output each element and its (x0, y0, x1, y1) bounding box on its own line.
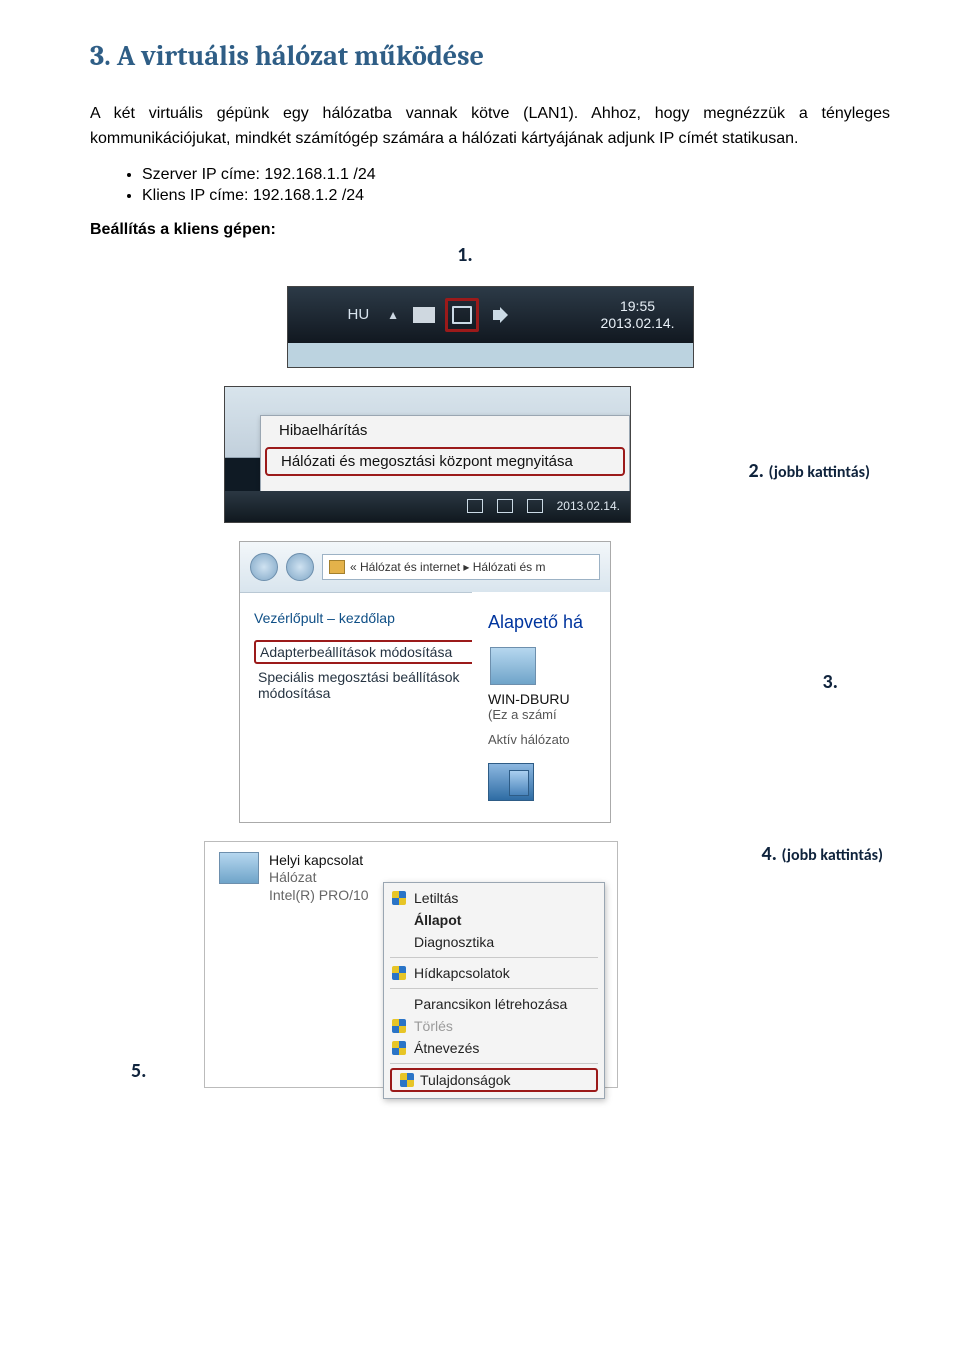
active-networks-label: Aktív hálózato (488, 732, 610, 747)
intro-paragraph: A két virtuális gépünk egy hálózatba van… (90, 102, 890, 152)
menu-separator (390, 988, 598, 989)
menu-separator (390, 957, 598, 958)
client-config-subhead: Beállítás a kliens gépen: (90, 221, 276, 239)
tray-time: 19:55 (601, 298, 675, 315)
nav-forward-button[interactable] (286, 553, 314, 581)
monitor-icon (452, 306, 472, 324)
main-heading: Alapvető há (488, 612, 610, 633)
address-bar[interactable]: « Hálózat és internet ▸ Hálózati és m (322, 554, 600, 580)
nav-back-button[interactable] (250, 553, 278, 581)
breadcrumb: « Hálózat és internet ▸ Hálózati és m (350, 560, 545, 574)
mini-network-icon (497, 499, 513, 513)
tray-date: 2013.02.14. (601, 315, 675, 332)
link-change-adapter-settings[interactable]: Adapterbeállítások módosítása (254, 640, 482, 664)
screenshot-taskbar-tray: HU ▲ 19:55 2013.02.14. (288, 287, 693, 367)
menu-item-open-network-center[interactable]: Hálózati és megosztási központ megnyitás… (265, 447, 625, 476)
menu-item-status[interactable]: Állapot (384, 909, 604, 931)
mini-flag-icon (467, 499, 483, 513)
menu-item-delete: Törlés (384, 1015, 604, 1037)
client-ip-item: Kliens IP címe: 192.168.1.2 /24 (142, 187, 890, 205)
menu-item-disable[interactable]: Letiltás (384, 887, 604, 909)
callout-3: 3. (823, 670, 838, 694)
sidebar-title: Vezérlőpult – kezdőlap (254, 610, 482, 626)
menu-item-properties[interactable]: Tulajdonságok (390, 1068, 598, 1092)
menu-item-rename[interactable]: Átnevezés (384, 1037, 604, 1059)
callout-2: 2. (jobb kattintás) (748, 459, 870, 483)
screenshot-network-context-menu: Hibaelhárítás Hálózati és megosztási köz… (225, 387, 630, 522)
shield-icon (392, 966, 406, 980)
adapter-icon (219, 852, 259, 884)
shield-icon (400, 1073, 414, 1087)
shield-icon (392, 1019, 406, 1033)
tray-chevron-up-icon[interactable]: ▲ (387, 308, 399, 322)
callout-4: 4. (jobb kattintás) (761, 842, 883, 866)
adapter-network: Hálózat (269, 869, 369, 887)
folder-icon (329, 560, 345, 574)
section-heading: 3. A virtuális hálózat működése (90, 40, 890, 72)
network-adapter-item[interactable]: Helyi kapcsolat Hálózat Intel(R) PRO/10 (219, 852, 369, 905)
tray-volume-icon[interactable] (493, 307, 513, 323)
screenshot-network-sharing-center: « Hálózat és internet ▸ Hálózati és m Ve… (240, 542, 610, 822)
shield-icon (392, 1041, 406, 1055)
tray-network-icon[interactable] (445, 298, 479, 332)
shield-icon (392, 891, 406, 905)
link-advanced-sharing-settings[interactable]: Speciális megosztási beállítások módosít… (254, 667, 482, 703)
server-ip-item: Szerver IP címe: 192.168.1.1 /24 (142, 166, 890, 184)
context-menu: Hibaelhárítás Hálózati és megosztási köz… (260, 415, 630, 495)
computer-name: WIN-DBURU (488, 691, 610, 707)
tray-clock[interactable]: 19:55 2013.02.14. (601, 298, 675, 332)
menu-item-troubleshoot[interactable]: Hibaelhárítás (261, 416, 629, 445)
adapter-driver: Intel(R) PRO/10 (269, 887, 369, 905)
menu-separator (390, 1063, 598, 1064)
ip-list: Szerver IP címe: 192.168.1.1 /24 Kliens … (90, 166, 890, 205)
callout-5: 5. (131, 1059, 146, 1083)
mini-date: 2013.02.14. (557, 499, 620, 513)
callout-1: 1. (457, 243, 472, 267)
menu-item-create-shortcut[interactable]: Parancsikon létrehozása (384, 993, 604, 1015)
tray-action-center-icon[interactable] (413, 307, 435, 323)
network-icon (488, 763, 534, 801)
tray-language-indicator[interactable]: HU (348, 306, 370, 323)
screenshot-adapter-context-menu: Helyi kapcsolat Hálózat Intel(R) PRO/10 … (205, 842, 617, 1087)
computer-subtitle: (Ez a számí (488, 707, 610, 722)
computer-icon (490, 647, 536, 685)
menu-item-bridge[interactable]: Hídkapcsolatok (384, 962, 604, 984)
menu-item-diagnose[interactable]: Diagnosztika (384, 931, 604, 953)
adapter-name: Helyi kapcsolat (269, 852, 369, 870)
adapter-context-menu: Letiltás Állapot Diagnosztika Hídkapcsol… (383, 882, 605, 1099)
mini-volume-icon (527, 499, 543, 513)
